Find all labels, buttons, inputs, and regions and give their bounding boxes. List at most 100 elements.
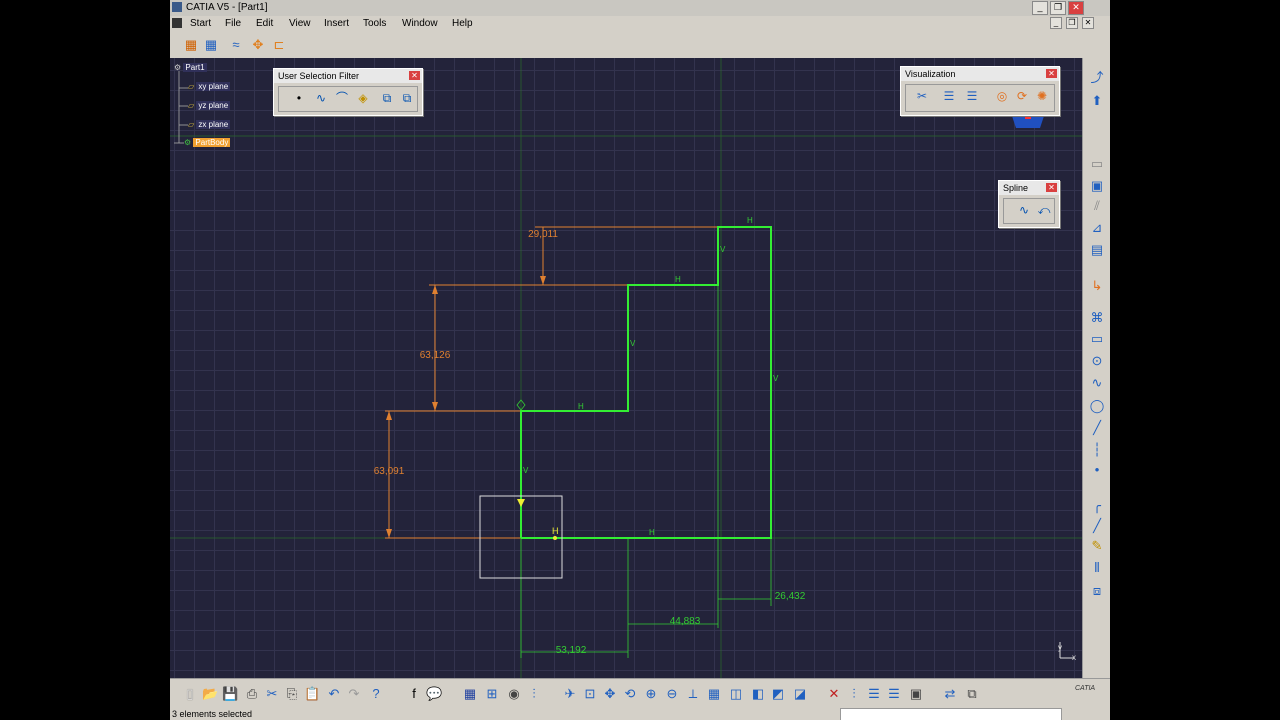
volume-filter-icon[interactable]: ◈ xyxy=(355,90,371,106)
graph-icon[interactable]: ▣ xyxy=(908,686,924,702)
shading-icon[interactable]: ◧ xyxy=(750,686,766,702)
curve-filter-icon[interactable]: ∿ xyxy=(313,90,329,106)
command-input[interactable] xyxy=(840,708,1062,720)
grid-icon[interactable]: ▦ xyxy=(183,37,199,53)
ellipse-icon[interactable]: ◯ xyxy=(1089,398,1105,414)
sketch-icon[interactable]: ⬆ xyxy=(1089,93,1105,109)
formula-icon[interactable]: f xyxy=(406,686,422,702)
cut-icon[interactable]: ✂ xyxy=(264,686,280,702)
low-intensity-background-icon[interactable]: ✺ xyxy=(1034,88,1050,104)
update-icon[interactable]: ⇄ xyxy=(942,686,958,702)
tree-item-zx-plane[interactable]: ▱ zx plane xyxy=(188,120,231,129)
feature-element-filter-icon[interactable]: ⧉ xyxy=(379,90,395,106)
fly-mode-icon[interactable]: ✈ xyxy=(562,686,578,702)
panel-close-button[interactable]: ✕ xyxy=(1046,183,1057,192)
corner-icon[interactable]: ╭ xyxy=(1089,498,1105,514)
menu-view[interactable]: View xyxy=(289,18,311,29)
hide-show-icon[interactable]: ◩ xyxy=(770,686,786,702)
table-icon[interactable]: ▦ xyxy=(462,686,478,702)
sketch-analysis-icon[interactable]: ✕ xyxy=(826,686,842,702)
doc-minimize-button[interactable]: _ xyxy=(1050,17,1062,29)
menu-start[interactable]: Start xyxy=(190,18,211,29)
mirror-icon[interactable]: ⫴ xyxy=(1089,560,1105,576)
connect-icon[interactable]: ⤺ xyxy=(1036,202,1052,218)
circle-icon[interactable]: ⊙ xyxy=(1089,353,1105,369)
dimension-low-height[interactable]: 63,091 xyxy=(374,466,405,477)
iso-view-icon[interactable]: ◫ xyxy=(728,686,744,702)
rotate-icon[interactable]: ⟲ xyxy=(622,686,638,702)
swap-visible-space-icon[interactable]: ◪ xyxy=(792,686,808,702)
tree-item-partbody[interactable]: ⚙ PartBody xyxy=(184,138,231,147)
menu-file[interactable]: File xyxy=(225,18,241,29)
zoom-in-icon[interactable]: ⊕ xyxy=(643,686,659,702)
measure-icon[interactable]: ◉ xyxy=(506,686,522,702)
rectangle-icon[interactable]: ▭ xyxy=(1089,331,1105,347)
panel-close-button[interactable]: ✕ xyxy=(409,71,420,80)
tree-root[interactable]: ⚙ Part1 xyxy=(174,63,207,72)
redo-icon[interactable]: ↷ xyxy=(346,686,362,702)
sketch-canvas[interactable]: 29,011 63,126 63,091 53,192 44,883 26,43… xyxy=(170,58,1082,678)
menu-insert[interactable]: Insert xyxy=(324,18,349,29)
chamfer-icon[interactable]: ╱ xyxy=(1089,518,1105,534)
surface-filter-icon[interactable]: ⌒ xyxy=(334,90,350,106)
zoom-out-icon[interactable]: ⊖ xyxy=(664,686,680,702)
spline-icon[interactable]: ∿ xyxy=(1016,202,1032,218)
catalog-icon[interactable]: ⊞ xyxy=(484,686,500,702)
geometrical-element-filter-icon[interactable]: ⧉ xyxy=(399,90,415,106)
document-icon[interactable]: ⧉ xyxy=(964,686,980,702)
open-icon[interactable]: 📂 xyxy=(202,686,218,702)
properties-icon[interactable]: ☰ xyxy=(886,686,902,702)
list-icon[interactable]: ☰ xyxy=(866,686,882,702)
sketch-profile[interactable] xyxy=(520,226,772,539)
dimension-width-3[interactable]: 26,432 xyxy=(775,591,806,602)
doc-restore-button[interactable]: ❐ xyxy=(1066,17,1078,29)
construction-element-icon[interactable]: ≈ xyxy=(228,37,244,53)
undo-icon[interactable]: ↶ xyxy=(326,686,342,702)
animate-constraint-icon[interactable]: ⊿ xyxy=(1089,220,1105,236)
new-icon[interactable]: ▯ xyxy=(182,686,198,702)
tree-item-xy-plane[interactable]: ▱ xy plane xyxy=(188,82,231,91)
doc-close-button[interactable]: ✕ xyxy=(1082,17,1094,29)
hierarchy-icon[interactable]: ⫶ xyxy=(526,686,542,702)
operation-icon[interactable]: ↳ xyxy=(1089,278,1105,294)
dimension-width-2[interactable]: 44,883 xyxy=(670,616,701,627)
constraint-icon[interactable]: ▭ xyxy=(1089,156,1105,172)
geometric-constraints-icon[interactable]: ✥ xyxy=(250,37,266,53)
whats-this-icon[interactable]: ? xyxy=(368,686,384,702)
project-3d-icon[interactable]: ⧈ xyxy=(1089,583,1105,599)
no-3d-background-icon[interactable]: ◎ xyxy=(994,88,1010,104)
copy-icon[interactable]: ⎘ xyxy=(284,686,300,702)
profile-icon[interactable]: ⌘ xyxy=(1089,310,1105,326)
comment-icon[interactable]: 💬 xyxy=(426,686,442,702)
auto-constraint-icon[interactable]: ⫽ xyxy=(1089,198,1105,214)
tree-item-yz-plane[interactable]: ▱ yz plane xyxy=(188,101,231,110)
sketch-cutting-icon[interactable]: ✂ xyxy=(914,88,930,104)
dimension-mid-height[interactable]: 63,126 xyxy=(420,350,451,361)
dimension-top-offset[interactable]: 29,011 xyxy=(528,229,558,240)
spline-tool-icon[interactable]: ∿ xyxy=(1089,375,1105,391)
paste-icon[interactable]: 📋 xyxy=(304,686,320,702)
normal-view-icon[interactable]: ⟂ xyxy=(685,686,701,702)
axis-icon[interactable]: ┆ xyxy=(1089,442,1105,458)
dimensional-constraints-icon[interactable]: ⊏ xyxy=(271,37,287,53)
menu-edit[interactable]: Edit xyxy=(256,18,273,29)
fix-together-icon[interactable]: ▣ xyxy=(1089,178,1105,194)
pickable-visible-background-icon[interactable]: ⟳ xyxy=(1014,88,1030,104)
snap-to-point-icon[interactable]: ▦ xyxy=(203,37,219,53)
visu-3d-icon[interactable]: ☰ xyxy=(964,88,980,104)
point-filter-icon[interactable]: • xyxy=(291,90,307,106)
line-icon[interactable]: ╱ xyxy=(1089,420,1105,436)
restore-button[interactable]: ❐ xyxy=(1050,1,1066,15)
diagnostic-icon[interactable]: ☰ xyxy=(941,88,957,104)
print-icon[interactable]: ⎙ xyxy=(244,686,260,702)
apply-material-icon[interactable]: ⫶ xyxy=(846,686,862,702)
menu-tools[interactable]: Tools xyxy=(363,18,386,29)
close-button[interactable]: ✕ xyxy=(1068,1,1084,15)
multi-view-icon[interactable]: ▦ xyxy=(706,686,722,702)
menu-help[interactable]: Help xyxy=(452,18,473,29)
exit-workbench-icon[interactable]: ⤴ xyxy=(1089,70,1105,86)
minimize-button[interactable]: _ xyxy=(1032,1,1048,15)
edit-multi-constraint-icon[interactable]: ▤ xyxy=(1089,242,1105,258)
panel-close-button[interactable]: ✕ xyxy=(1046,69,1057,78)
save-icon[interactable]: 💾 xyxy=(222,686,238,702)
